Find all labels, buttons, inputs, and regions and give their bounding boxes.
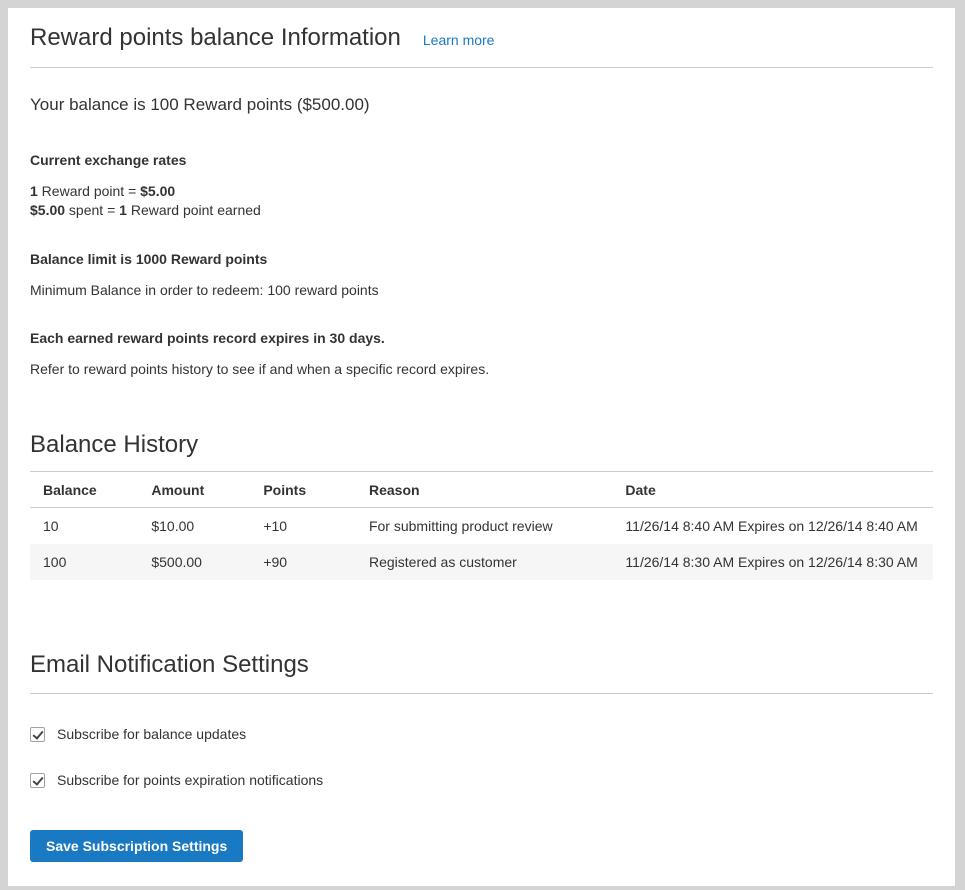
cell-balance: 10 (30, 507, 138, 544)
cell-reason: Registered as customer (356, 544, 612, 580)
points-expiration-label: Subscribe for points expiration notifica… (57, 772, 323, 789)
points-expiration-checkbox[interactable] (30, 773, 45, 788)
table-row: 10 $10.00 +10 For submitting product rev… (30, 507, 933, 544)
page-title-row: Reward points balance Information Learn … (30, 24, 933, 68)
page-title: Reward points balance Information (30, 24, 401, 53)
minimum-balance-text: Minimum Balance in order to redeem: 100 … (30, 282, 933, 299)
balance-updates-checkbox[interactable] (30, 727, 45, 742)
column-header-reason: Reason (356, 471, 612, 507)
cell-points: +10 (250, 507, 356, 544)
table-row: 100 $500.00 +90 Registered as customer 1… (30, 544, 933, 580)
exchange-rates-heading: Current exchange rates (30, 152, 933, 168)
save-subscription-settings-button[interactable]: Save Subscription Settings (30, 830, 243, 862)
exchange-rate-line-1: 1 Reward point = $5.00 (30, 182, 933, 201)
email-notification-settings-title: Email Notification Settings (30, 650, 933, 694)
cell-date: 11/26/14 8:30 AM Expires on 12/26/14 8:3… (612, 544, 933, 580)
balance-history-table: Balance Amount Points Reason Date 10 $10… (30, 471, 933, 580)
balance-summary: Your balance is 100 Reward points ($500.… (30, 95, 933, 115)
cell-amount: $500.00 (138, 544, 250, 580)
expiry-text: Refer to reward points history to see if… (30, 361, 933, 378)
column-header-date: Date (612, 471, 933, 507)
cell-amount: $10.00 (138, 507, 250, 544)
expiry-heading: Each earned reward points record expires… (30, 330, 933, 346)
points-expiration-option[interactable]: Subscribe for points expiration notifica… (30, 772, 933, 789)
cell-balance: 100 (30, 544, 138, 580)
column-header-amount: Amount (138, 471, 250, 507)
cell-points: +90 (250, 544, 356, 580)
exchange-rate-lines: 1 Reward point = $5.00 $5.00 spent = 1 R… (30, 182, 933, 220)
cell-reason: For submitting product review (356, 507, 612, 544)
column-header-points: Points (250, 471, 356, 507)
table-header-row: Balance Amount Points Reason Date (30, 471, 933, 507)
column-header-balance: Balance (30, 471, 138, 507)
balance-history-title: Balance History (30, 430, 933, 460)
learn-more-link[interactable]: Learn more (423, 32, 495, 48)
balance-limit-heading: Balance limit is 1000 Reward points (30, 251, 933, 267)
reward-points-panel: Reward points balance Information Learn … (8, 8, 955, 886)
cell-date: 11/26/14 8:40 AM Expires on 12/26/14 8:4… (612, 507, 933, 544)
balance-updates-option[interactable]: Subscribe for balance updates (30, 726, 933, 743)
exchange-rate-line-2: $5.00 spent = 1 Reward point earned (30, 201, 933, 220)
balance-updates-label: Subscribe for balance updates (57, 726, 246, 743)
